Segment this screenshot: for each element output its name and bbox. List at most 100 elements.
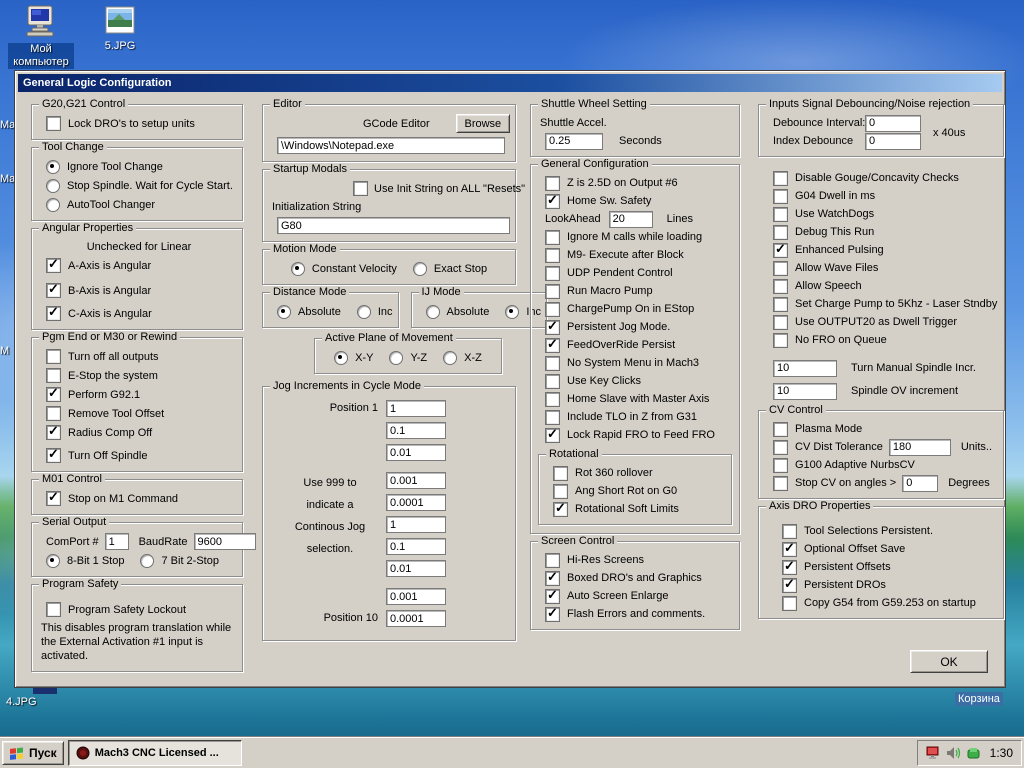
label-auto-screen-enlarge[interactable]: Auto Screen Enlarge [567,590,669,602]
input-jog-position-2[interactable] [386,422,446,439]
checkbox-c-axis-is-angular[interactable] [46,306,61,321]
label-use-watchdogs[interactable]: Use WatchDogs [795,208,874,220]
radio-label-exact-stop[interactable]: Exact Stop [434,263,487,275]
checkbox-home-slave-with-master-axis[interactable] [545,392,560,407]
label-allow-speech[interactable]: Allow Speech [795,280,862,292]
checkbox-persistent-jog-mode[interactable] [545,320,560,335]
radio-8-bit-1-stop[interactable] [46,554,60,568]
label-persistent-offsets[interactable]: Persistent Offsets [804,561,891,573]
checkbox-udp-pendent-control[interactable] [545,266,560,281]
radio-x-y[interactable] [334,351,348,365]
radio-option-absolute[interactable]: Absolute [277,305,341,319]
checkbox-boxed-dro-s-and-graphics[interactable] [545,571,560,586]
input-initialization-string[interactable] [277,217,510,234]
radio-constant-velocity[interactable] [291,262,305,276]
label-persistent-jog-mode[interactable]: Persistent Jog Mode. [567,321,670,333]
checkbox-run-macro-pump[interactable] [545,284,560,299]
label-z-is-2-5d-on-output-6[interactable]: Z is 2.5D on Output #6 [567,177,678,189]
input-jog-position-9[interactable] [386,588,446,605]
checkbox-no-system-menu-in-mach3[interactable] [545,356,560,371]
label-turn-off-all-outputs[interactable]: Turn off all outputs [68,351,159,363]
radio-ignore-tool-change[interactable] [46,160,60,174]
checkbox-perform-g92-1[interactable] [46,387,61,402]
radio-exact-stop[interactable] [413,262,427,276]
input-turn-manual-spindle-incr[interactable] [773,360,837,377]
start-button[interactable]: Пуск [2,741,64,765]
checkbox-plasma-mode[interactable] [773,422,788,437]
checkbox-use-init-string-on-all-resets[interactable] [353,181,368,196]
label-stop-on-m1-command[interactable]: Stop on M1 Command [68,493,178,505]
label-lock-rapid-fro-to-feed-fro[interactable]: Lock Rapid FRO to Feed FRO [567,429,715,441]
label-copy-g54-from-g59-253-on-startup[interactable]: Copy G54 from G59.253 on startup [804,597,976,609]
label-remove-tool-offset[interactable]: Remove Tool Offset [68,408,164,420]
label-g100-adaptive-nurbscv[interactable]: G100 Adaptive NurbsCV [795,459,915,471]
input-baudrate[interactable] [194,533,256,550]
radio-option-constant-velocity[interactable]: Constant Velocity [291,262,397,276]
checkbox-ang-short-rot-on-g0[interactable] [553,484,568,499]
radio-label-x-y[interactable]: X-Y [355,352,373,364]
label-radius-comp-off[interactable]: Radius Comp Off [68,427,152,439]
input-jog-position-3[interactable] [386,444,446,461]
ok-button[interactable]: OK [910,650,988,673]
checkbox-debug-this-run[interactable] [773,225,788,240]
input-jog-position-10[interactable] [386,610,446,627]
label-debug-this-run[interactable]: Debug This Run [795,226,874,238]
checkbox-hi-res-screens[interactable] [545,553,560,568]
label-no-system-menu-in-mach3[interactable]: No System Menu in Mach3 [567,357,699,369]
radio-absolute[interactable] [277,305,291,319]
label-m9-execute-after-block[interactable]: M9- Execute after Block [567,249,684,261]
taskbar-item-mach3[interactable]: Mach3 CNC Licensed ... [68,740,242,766]
checkbox-g04-dwell-in-ms[interactable] [773,189,788,204]
input-comport[interactable] [105,533,129,550]
label-perform-g92-1[interactable]: Perform G92.1 [68,389,140,401]
input-debounce-interval[interactable] [865,115,921,132]
label-a-axis-is-angular[interactable]: A-Axis is Angular [68,260,151,272]
desktop-icon-my-computer[interactable]: Мой компьютер [8,5,74,69]
checkbox-stop-cv-on-angles-check[interactable] [773,476,788,491]
browse-button[interactable]: Browse [456,114,510,133]
checkbox-include-tlo-in-z-from-g31[interactable] [545,410,560,425]
label-rotational-soft-limits[interactable]: Rotational Soft Limits [575,503,679,515]
checkbox-copy-g54-from-g59-253-on-startup[interactable] [782,596,797,611]
label-flash-errors-and-comments[interactable]: Flash Errors and comments. [567,608,705,620]
checkbox-persistent-dros[interactable] [782,578,797,593]
radio-option-x-y[interactable]: X-Y [334,351,373,365]
input-jog-position-7[interactable] [386,538,446,555]
checkbox-cv-dist-tolerance-check[interactable] [773,440,788,455]
label-boxed-dro-s-and-graphics[interactable]: Boxed DRO's and Graphics [567,572,702,584]
radio-y-z[interactable] [389,351,403,365]
checkbox-allow-speech[interactable] [773,279,788,294]
checkbox-b-axis-is-angular[interactable] [46,283,61,298]
checkbox-remove-tool-offset[interactable] [46,406,61,421]
radio-option-8-bit-1-stop[interactable]: 8-Bit 1 Stop [46,554,124,568]
volume-icon[interactable] [946,746,961,760]
checkbox-rotational-soft-limits[interactable] [553,502,568,517]
recycle-bin-label[interactable]: Корзина [955,692,1003,706]
radio-label-7-bit-2-stop[interactable]: 7 Bit 2-Stop [161,555,218,567]
checkbox-turn-off-all-outputs[interactable] [46,349,61,364]
checkbox-e-stop-the-system[interactable] [46,368,61,383]
label-set-charge-pump-to-5khz-laser-stndby[interactable]: Set Charge Pump to 5Khz - Laser Stndby [795,298,997,310]
radio-option-absolute[interactable]: Absolute [426,305,490,319]
label-b-axis-is-angular[interactable]: B-Axis is Angular [68,285,151,297]
checkbox-use-key-clicks[interactable] [545,374,560,389]
radio-label-x-z[interactable]: X-Z [464,352,482,364]
label-use-key-clicks[interactable]: Use Key Clicks [567,375,641,387]
label-c-axis-is-angular[interactable]: C-Axis is Angular [68,308,152,320]
checkbox-turn-off-spindle[interactable] [46,448,61,463]
checkbox-use-output20-as-dwell-trigger[interactable] [773,315,788,330]
label-chargepump-on-in-estop[interactable]: ChargePump On in EStop [567,303,694,315]
input-jog-position-5[interactable] [386,494,446,511]
checkbox-m9-execute-after-block[interactable] [545,248,560,263]
label-include-tlo-in-z-from-g31[interactable]: Include TLO in Z from G31 [567,411,697,423]
desktop-icon-4jpg-label[interactable]: 4.JPG [6,696,37,709]
checkbox-feedoverride-persist[interactable] [545,338,560,353]
radio-inc[interactable] [357,305,371,319]
label-optional-offset-save[interactable]: Optional Offset Save [804,543,905,555]
checkbox-lock-rapid-fro-to-feed-fro[interactable] [545,428,560,443]
label-use-output20-as-dwell-trigger[interactable]: Use OUTPUT20 as Dwell Trigger [795,316,957,328]
checkbox-enhanced-pulsing[interactable] [773,243,788,258]
label-udp-pendent-control[interactable]: UDP Pendent Control [567,267,673,279]
checkbox-home-sw-safety[interactable] [545,194,560,209]
radio-label-constant-velocity[interactable]: Constant Velocity [312,263,397,275]
